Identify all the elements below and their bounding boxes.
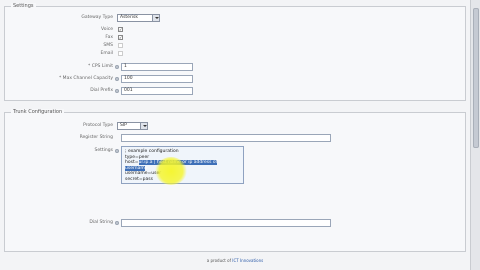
chevron-down-icon (140, 123, 147, 129)
gateway-form-page: Settings Gateway Type Asterisk Voice ✓ F… (0, 0, 470, 270)
dial-string-label: Dial String (89, 220, 113, 225)
footer-company-link[interactable]: ICT Innovations (232, 258, 263, 263)
help-icon[interactable] (115, 221, 119, 225)
voice-checkbox[interactable]: ✓ (118, 27, 123, 32)
gateway-type-label: Gateway Type (81, 15, 113, 20)
trunk-configuration-legend: Trunk Configuration (11, 109, 65, 115)
settings-fieldset: Settings Gateway Type Asterisk Voice ✓ F… (4, 3, 466, 101)
email-checkbox[interactable] (118, 51, 123, 56)
protocol-type-value: SIP (120, 123, 127, 128)
settings-textarea-label: Settings (94, 148, 113, 153)
cursor-highlight (155, 157, 187, 185)
voice-label: Voice (101, 27, 113, 32)
trunk-configuration-fieldset: Trunk Configuration Protocol Type SIP Re… (4, 109, 466, 252)
register-string-input[interactable] (121, 134, 331, 142)
dial-string-input[interactable] (121, 219, 331, 227)
sms-checkbox[interactable] (118, 43, 123, 48)
help-icon[interactable] (115, 77, 119, 81)
fax-label: Fax (105, 35, 113, 40)
help-icon[interactable] (115, 89, 119, 93)
protocol-type-label: Protocol Type (83, 123, 113, 128)
settings-line-3-key: host= (125, 160, 139, 165)
protocol-type-select[interactable]: SIP (117, 122, 148, 130)
cps-limit-input[interactable]: 1 (121, 63, 193, 71)
gateway-type-select[interactable]: Asterisk (117, 14, 160, 22)
max-channels-label: * Max Channel Capacity (59, 76, 113, 81)
chevron-down-icon (152, 15, 159, 21)
dial-prefix-input[interactable]: 001 (121, 87, 193, 95)
help-icon[interactable] (115, 149, 119, 153)
dial-prefix-label: Dial Prefix (90, 88, 113, 93)
gateway-type-value: Asterisk (120, 15, 139, 20)
page-scrollbar[interactable] (470, 0, 480, 270)
register-string-label: Register String (79, 135, 113, 140)
help-icon[interactable] (115, 65, 119, 69)
scrollbar-thumb[interactable] (473, 8, 479, 148)
cps-limit-label: * CPS Limit (88, 64, 113, 69)
fax-checkbox[interactable]: ✓ (118, 35, 123, 40)
email-label: Email (100, 51, 114, 56)
sms-label: SMS (103, 43, 113, 48)
footer: a product of ICT Innovations (0, 258, 470, 263)
max-channels-input[interactable]: 100 (121, 75, 193, 83)
footer-prefix: a product of (206, 258, 231, 263)
settings-legend: Settings (11, 3, 36, 9)
